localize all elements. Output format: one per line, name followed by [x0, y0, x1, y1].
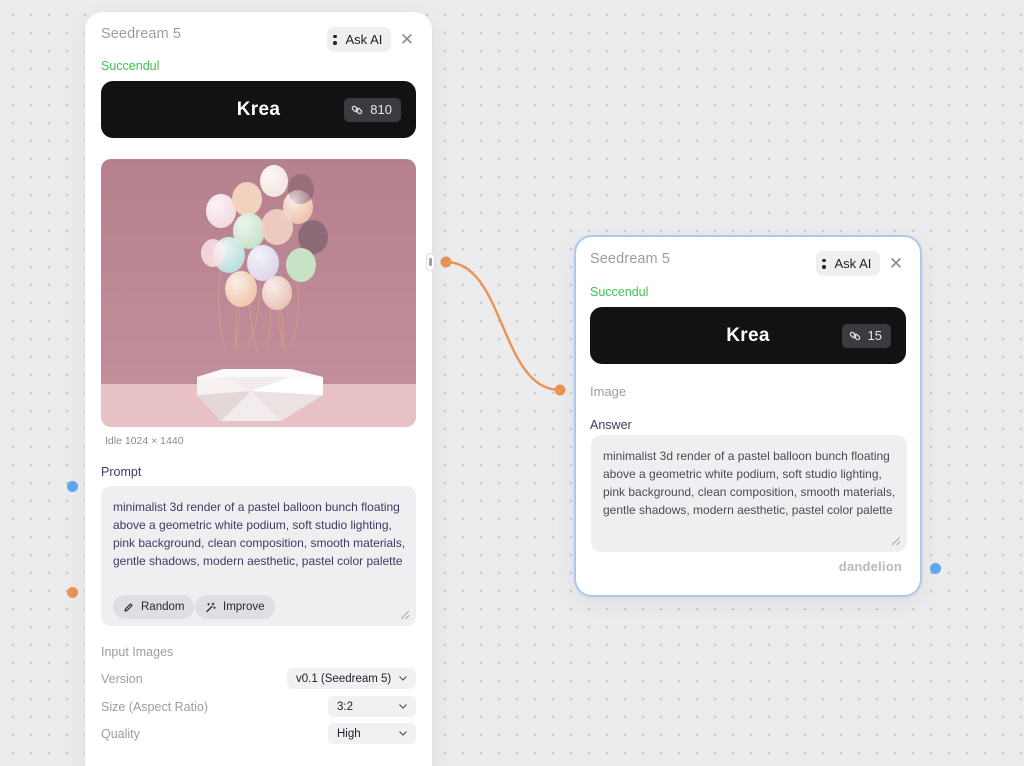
- answer-textarea[interactable]: minimalist 3d render of a pastel balloon…: [591, 435, 907, 552]
- ask-ai-button[interactable]: Ask AI: [816, 251, 881, 276]
- random-button[interactable]: Random: [113, 595, 195, 619]
- close-icon[interactable]: ✕: [399, 31, 415, 48]
- quality-label: Quality: [101, 727, 140, 741]
- ask-ai-button[interactable]: Ask AI: [327, 27, 392, 52]
- chevron-down-icon: [399, 704, 407, 709]
- improve-label: Improve: [223, 601, 265, 613]
- output-handle[interactable]: [427, 254, 434, 270]
- seedream-node-left[interactable]: Seedream 5 Ask AI ✕ Succendul Krea 810 I…: [85, 12, 432, 766]
- drag-dots-icon: [333, 34, 337, 45]
- status-label: Succendul: [101, 59, 160, 73]
- seedream-node-right[interactable]: Seedream 5 Ask AI ✕ Succendul Krea 15 Im…: [574, 235, 922, 597]
- close-icon[interactable]: ✕: [888, 255, 904, 272]
- improve-button[interactable]: Improve: [195, 595, 275, 619]
- credit-count: 15: [867, 328, 882, 343]
- input-images-label: Input Images: [101, 645, 174, 659]
- size-value: 3:2: [337, 700, 353, 713]
- input-port-orange[interactable]: [67, 587, 78, 598]
- version-select[interactable]: v0.1 (Seedream 5): [287, 668, 416, 689]
- krea-run-button[interactable]: Krea 15: [590, 307, 906, 364]
- balloon-podium-image: [101, 159, 416, 427]
- magic-wand-icon: [206, 602, 216, 612]
- chevron-down-icon: [399, 676, 407, 681]
- chevron-down-icon: [399, 731, 407, 736]
- version-value: v0.1 (Seedream 5): [296, 672, 392, 685]
- link-icon: [849, 331, 860, 340]
- generated-image[interactable]: [101, 159, 416, 427]
- input-port-blue[interactable]: [67, 481, 78, 492]
- krea-run-button[interactable]: Krea 810: [101, 81, 416, 138]
- prompt-text: minimalist 3d render of a pastel balloon…: [113, 500, 406, 568]
- resize-handle[interactable]: [892, 537, 900, 545]
- credit-badge: 810: [344, 97, 401, 122]
- version-label: Version: [101, 672, 143, 686]
- krea-label: Krea: [236, 98, 281, 120]
- answer-label: Answer: [590, 418, 632, 432]
- ask-ai-label: Ask AI: [834, 256, 872, 271]
- resize-handle[interactable]: [401, 611, 409, 619]
- credit-count: 810: [370, 102, 392, 117]
- link-icon: [352, 105, 363, 114]
- drag-dots-icon: [822, 258, 826, 269]
- image-meta: Idle 1024 × 1440: [105, 435, 184, 447]
- random-label: Random: [141, 601, 185, 613]
- size-select[interactable]: 3:2: [328, 696, 416, 717]
- node-title: Seedream 5: [590, 251, 670, 267]
- model-tag: dandelion: [838, 559, 902, 574]
- node-title: Seedream 5: [101, 26, 181, 42]
- quality-value: High: [337, 727, 361, 740]
- pencil-icon: [124, 602, 133, 612]
- image-label: Image: [590, 384, 627, 399]
- quality-select[interactable]: High: [328, 723, 416, 744]
- workflow-canvas[interactable]: Seedream 5 Ask AI ✕ Succendul Krea 810 I…: [0, 0, 1024, 766]
- ask-ai-label: Ask AI: [345, 32, 383, 47]
- output-port-blue[interactable]: [930, 563, 941, 574]
- prompt-label: Prompt: [101, 465, 142, 479]
- size-label: Size (Aspect Ratio): [101, 700, 208, 714]
- credit-badge: 15: [841, 323, 891, 348]
- status-label: Succendul: [590, 285, 649, 299]
- krea-label: Krea: [726, 324, 770, 346]
- prompt-textarea[interactable]: minimalist 3d render of a pastel balloon…: [101, 486, 416, 626]
- answer-text: minimalist 3d render of a pastel balloon…: [603, 449, 896, 517]
